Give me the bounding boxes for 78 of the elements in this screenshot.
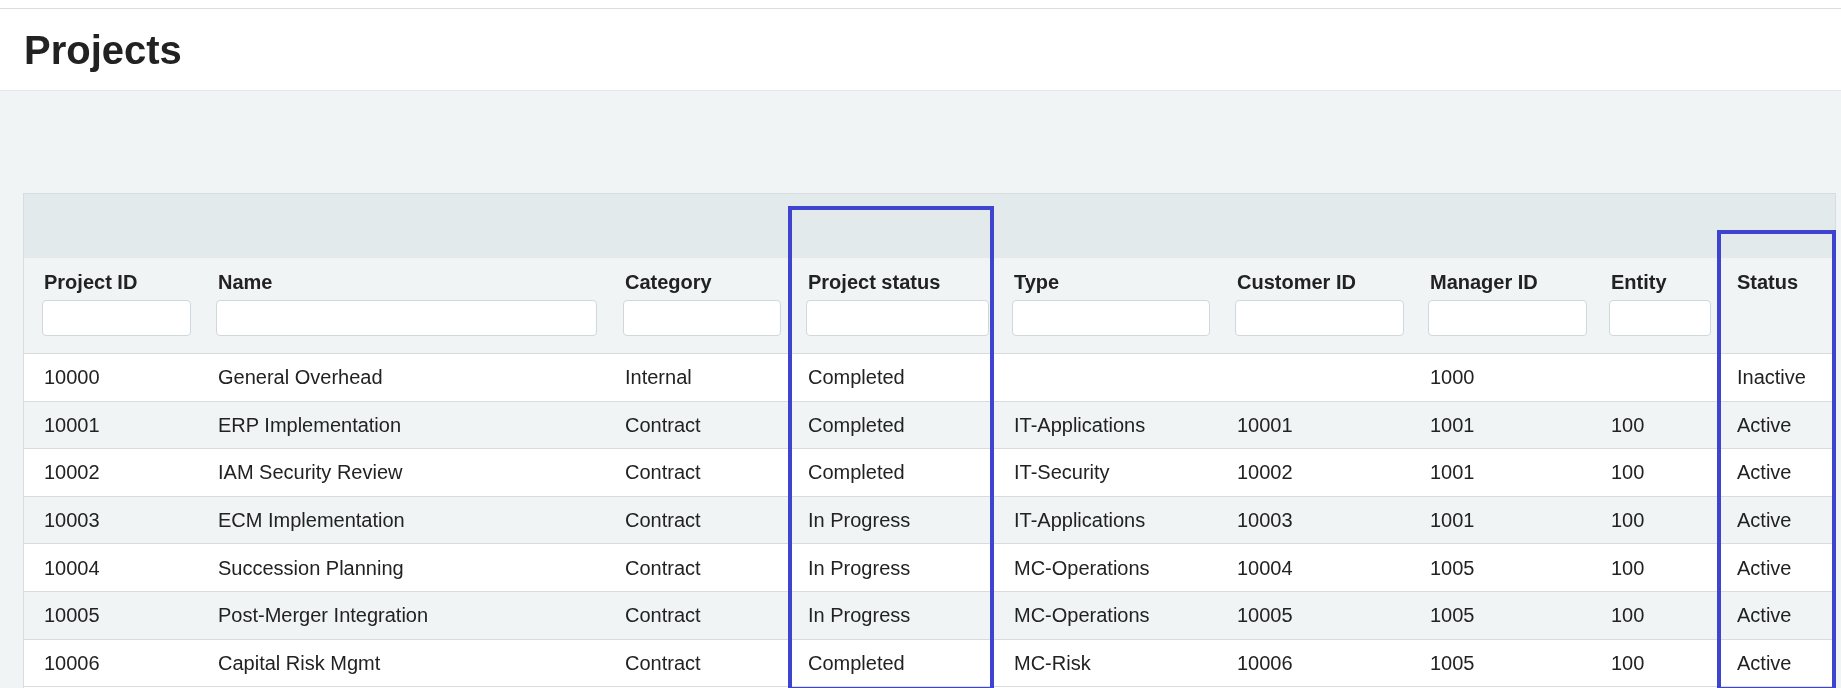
table-cell-text: 10005 — [1237, 603, 1293, 629]
table-cell-text: ECM Implementation — [218, 508, 405, 534]
table-cell-text: 1001 — [1430, 412, 1475, 438]
filter-field[interactable] — [1235, 300, 1404, 336]
table-cell-text: Active — [1737, 412, 1792, 438]
column-header: Category — [625, 270, 712, 294]
table-cell-text: IT-Security — [1014, 460, 1110, 486]
column-header: Type — [1014, 270, 1060, 294]
table-cell-text: Contract — [625, 460, 701, 486]
table-cell-text: IT-Applications — [1014, 412, 1146, 438]
table-cell-text: Active — [1737, 460, 1792, 486]
table-cell-text: Contract — [625, 650, 701, 676]
table-cell-text: MC-Operations — [1014, 603, 1150, 629]
table-cell-text: 100 — [1611, 650, 1645, 676]
table-cell-text: Inactive — [1737, 365, 1806, 391]
table-cell-text: In Progress — [808, 603, 911, 629]
column-header: Name — [218, 270, 273, 294]
table-cell-text: Succession Planning — [218, 555, 404, 581]
table-cell-text: In Progress — [808, 555, 911, 581]
table-cell-text: IT-Applications — [1014, 508, 1146, 534]
filter-field[interactable] — [623, 300, 781, 336]
table-cell-text: 1001 — [1430, 508, 1475, 534]
table-cell-text: Contract — [625, 508, 701, 534]
table-cell-text: 10003 — [44, 508, 100, 534]
table-cell-text: 100 — [1611, 603, 1645, 629]
filter-field[interactable] — [1012, 300, 1210, 336]
table-cell-text: 100 — [1611, 555, 1645, 581]
table-cell-text: 1005 — [1430, 650, 1475, 676]
table-cell-text: ERP Implementation — [218, 412, 402, 438]
table-cell-text: 1005 — [1430, 555, 1475, 581]
table-cell-text: General Overhead — [218, 365, 383, 391]
column-header: Status — [1737, 270, 1799, 294]
table-cell-text: MC-Risk — [1014, 650, 1091, 676]
table-cell-text: 10002 — [44, 460, 100, 486]
table-cell-text: 1000 — [1430, 365, 1475, 391]
table-cell-text: 1001 — [1430, 460, 1475, 486]
table-cell-text: 10006 — [44, 650, 100, 676]
table-cell-text: 10004 — [44, 555, 100, 581]
table-cell-text: 100 — [1611, 412, 1645, 438]
table-cell-text: Active — [1737, 650, 1792, 676]
table-cell-text: Internal — [625, 365, 692, 391]
table-cell-text: Active — [1737, 555, 1792, 581]
table-cell-text: 10000 — [44, 365, 100, 391]
table-cell-text: Completed — [808, 412, 905, 438]
table-cell-text: 10002 — [1237, 460, 1293, 486]
column-header: Project status — [808, 270, 941, 294]
table-cell-text: In Progress — [808, 508, 911, 534]
filter-field[interactable] — [1609, 300, 1711, 336]
column-header: Project ID — [44, 270, 138, 294]
table-cell-text: 10004 — [1237, 555, 1293, 581]
filter-field[interactable] — [1428, 300, 1587, 336]
table-cell-text: Active — [1737, 603, 1792, 629]
table-cell-text: 10001 — [1237, 412, 1293, 438]
table-cell-text: 10003 — [1237, 508, 1293, 534]
table-cell-text: Capital Risk Mgmt — [218, 650, 381, 676]
table-cell-text: Contract — [625, 555, 701, 581]
table-cell-text: Contract — [625, 412, 701, 438]
column-header: Entity — [1611, 270, 1667, 294]
table-cell-text: Contract — [625, 603, 701, 629]
table-cell-text: Completed — [808, 460, 905, 486]
filter-field[interactable] — [216, 300, 597, 336]
filter-field[interactable] — [806, 300, 989, 336]
column-header: Manager ID — [1430, 270, 1538, 294]
table-cell-text: IAM Security Review — [218, 460, 403, 486]
table-cell-text: MC-Operations — [1014, 555, 1150, 581]
table-cell-text: Completed — [808, 365, 905, 391]
column-header: Customer ID — [1237, 270, 1356, 294]
table-cell-text: Active — [1737, 508, 1792, 534]
table-cell-text: 100 — [1611, 460, 1645, 486]
filter-field[interactable] — [42, 300, 191, 336]
table-cell-text: 10001 — [44, 412, 100, 438]
table-cell-text: Post-Merger Integration — [218, 603, 429, 629]
table-cell-text: 100 — [1611, 508, 1645, 534]
table-cell-text: 10006 — [1237, 650, 1293, 676]
table-cell-text: Completed — [808, 650, 905, 676]
table-cell-text: 10005 — [44, 603, 100, 629]
table-cell-text: 1005 — [1430, 603, 1475, 629]
page-title: Projects — [24, 29, 182, 70]
